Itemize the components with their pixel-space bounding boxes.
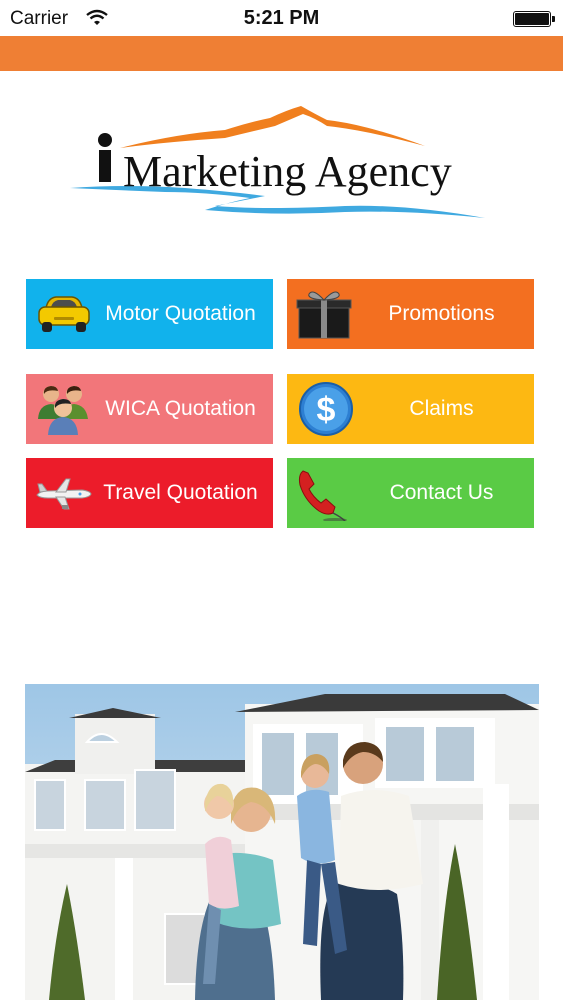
claims-button[interactable]: $ Claims <box>287 374 534 444</box>
travel-quotation-button[interactable]: Travel Quotation <box>26 458 273 528</box>
motor-quotation-label: Motor Quotation <box>105 302 256 325</box>
contact-us-label: Contact Us <box>389 481 494 504</box>
family-house-photo <box>25 684 539 1000</box>
people-group-icon <box>38 386 88 435</box>
svg-text:$: $ <box>317 391 336 429</box>
telephone-icon <box>298 470 347 521</box>
travel-quotation-label: Travel Quotation <box>103 481 258 504</box>
car-icon <box>38 296 90 332</box>
contact-us-button[interactable]: Contact Us <box>287 458 534 528</box>
airplane-icon <box>36 478 92 510</box>
wica-quotation-button[interactable]: WICA Quotation <box>26 374 273 444</box>
agency-logo: Marketing Agency <box>65 100 495 230</box>
header-bar <box>0 36 563 71</box>
promotions-label: Promotions <box>388 302 495 325</box>
gift-box-icon <box>296 291 352 339</box>
dollar-coin-icon: $ <box>299 382 353 436</box>
claims-label: Claims <box>409 397 474 420</box>
battery-icon <box>513 11 555 27</box>
status-bar: Carrier 5:21 PM <box>0 0 563 36</box>
promotions-button[interactable]: Promotions <box>287 279 534 349</box>
motor-quotation-button[interactable]: Motor Quotation <box>26 279 273 349</box>
logo-text: Marketing Agency <box>123 147 452 196</box>
clock-time: 5:21 PM <box>243 7 320 29</box>
wica-quotation-label: WICA Quotation <box>105 397 256 420</box>
